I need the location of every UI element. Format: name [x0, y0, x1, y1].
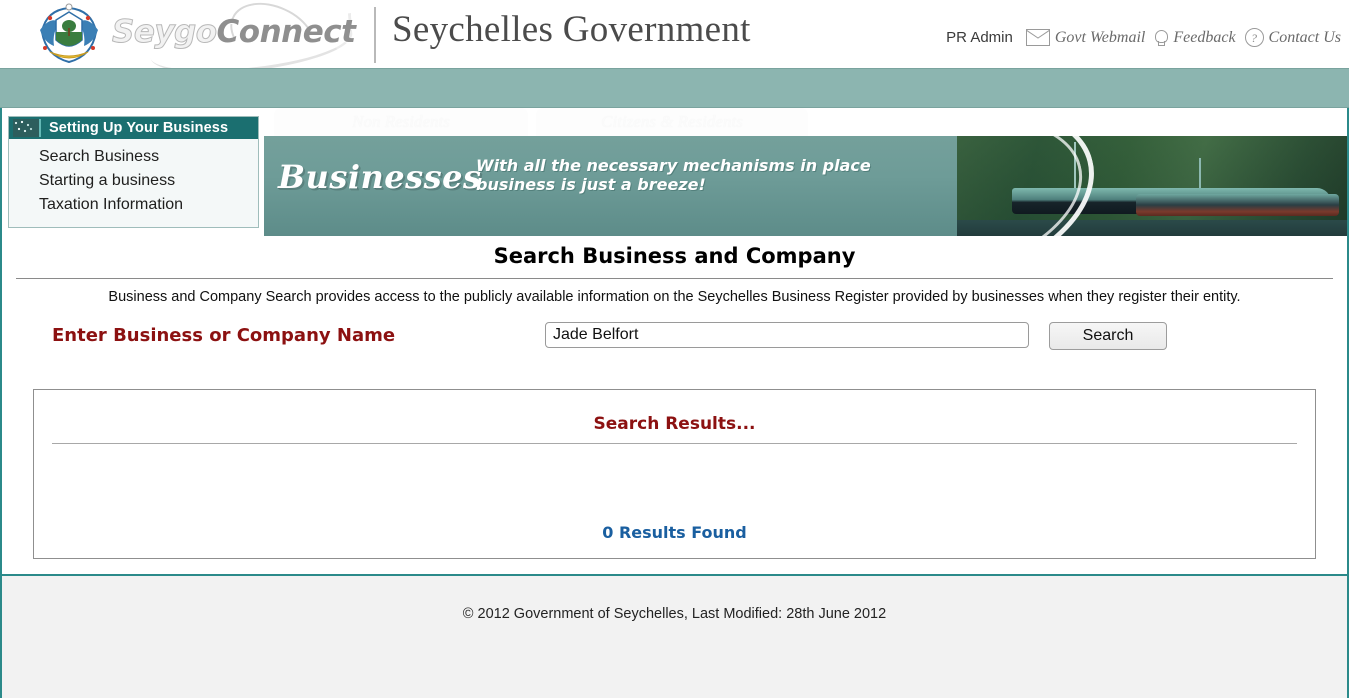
- seychelles-coat-of-arms: [39, 3, 99, 65]
- search-row: Enter Business or Company Name Search: [2, 305, 1347, 367]
- govt-webmail-link[interactable]: Govt Webmail: [1025, 28, 1146, 47]
- site-title: Seychelles Government: [392, 9, 751, 50]
- ship-hull-secondary-decoration: [1136, 194, 1340, 216]
- banner-body: Businesses With all the necessary mechan…: [264, 108, 1347, 236]
- sidebar-header: Setting Up Your Business: [9, 117, 258, 139]
- header-utility-links: PR Admin Govt Webmail Feedback ? Contact…: [946, 28, 1341, 47]
- banner-tab-strip: Non Residents Citizens & Residents: [264, 108, 808, 136]
- sidebar-title: Setting Up Your Business: [49, 120, 229, 136]
- businesses-banner: Non Residents Citizens & Residents Busin…: [264, 108, 1347, 236]
- teal-accent-bar: [0, 68, 1349, 108]
- search-button[interactable]: Search: [1049, 322, 1167, 350]
- page-title: Search Business and Company: [493, 244, 856, 268]
- mail-icon: [1025, 29, 1050, 46]
- banner-row: Setting Up Your Business Search Business…: [2, 108, 1347, 236]
- contact-us-label: Contact Us: [1268, 28, 1341, 46]
- question-mark-icon: ?: [1244, 28, 1264, 47]
- feedback-label: Feedback: [1173, 28, 1236, 46]
- sidebar-navigation: Setting Up Your Business Search Business…: [8, 116, 259, 228]
- site-footer: © 2012 Government of Seychelles, Last Mo…: [0, 576, 1349, 698]
- intro-text: Business and Company Search provides acc…: [108, 289, 1241, 305]
- banner-tagline-line-1: With all the necessary mechanisms in pla…: [476, 156, 871, 175]
- sidebar-item-search-business[interactable]: Search Business: [9, 145, 258, 169]
- results-count-label: 0 Results Found: [602, 523, 747, 542]
- search-input[interactable]: [545, 322, 1029, 348]
- banner-headline: Businesses: [278, 158, 482, 196]
- copyright-text: © 2012 Government of Seychelles, Last Mo…: [462, 606, 887, 622]
- search-results-panel: Search Results... 0 Results Found: [33, 389, 1316, 559]
- search-results-title: Search Results...: [593, 414, 756, 434]
- govt-webmail-label: Govt Webmail: [1054, 28, 1146, 46]
- brand-seygo-text: Seygo: [112, 14, 218, 51]
- feedback-link[interactable]: Feedback: [1154, 28, 1236, 47]
- sidebar-item-starting-a-business[interactable]: Starting a business: [9, 169, 258, 193]
- contact-us-link[interactable]: ? Contact Us: [1244, 28, 1341, 47]
- halftone-dots-icon: [13, 119, 41, 137]
- current-user-label: PR Admin: [946, 29, 1013, 46]
- banner-tagline: With all the necessary mechanisms in pla…: [476, 156, 871, 194]
- search-field-label: Enter Business or Company Name: [52, 325, 396, 346]
- header-divider: [374, 7, 376, 63]
- tab-non-residents[interactable]: Non Residents: [274, 108, 528, 136]
- tab-citizens-residents[interactable]: Citizens & Residents: [536, 108, 808, 136]
- ship-mast-secondary-decoration: [1198, 158, 1201, 192]
- results-divider: [52, 443, 1297, 444]
- brand-connect-text: Connect: [216, 14, 356, 50]
- lightbulb-icon: [1154, 29, 1169, 46]
- site-header: SeygoConnect Seychelles Government PR Ad…: [0, 0, 1349, 68]
- sidebar-item-taxation-information[interactable]: Taxation Information: [9, 193, 258, 217]
- page-content-frame: Setting Up Your Business Search Business…: [0, 108, 1349, 576]
- brand-logo[interactable]: SeygoConnect: [112, 14, 356, 51]
- main-content: Search Business and Company Business and…: [2, 236, 1347, 559]
- sidebar-list: Search Business Starting a business Taxa…: [9, 139, 258, 227]
- banner-tagline-line-2: business is just a breeze!: [476, 175, 706, 194]
